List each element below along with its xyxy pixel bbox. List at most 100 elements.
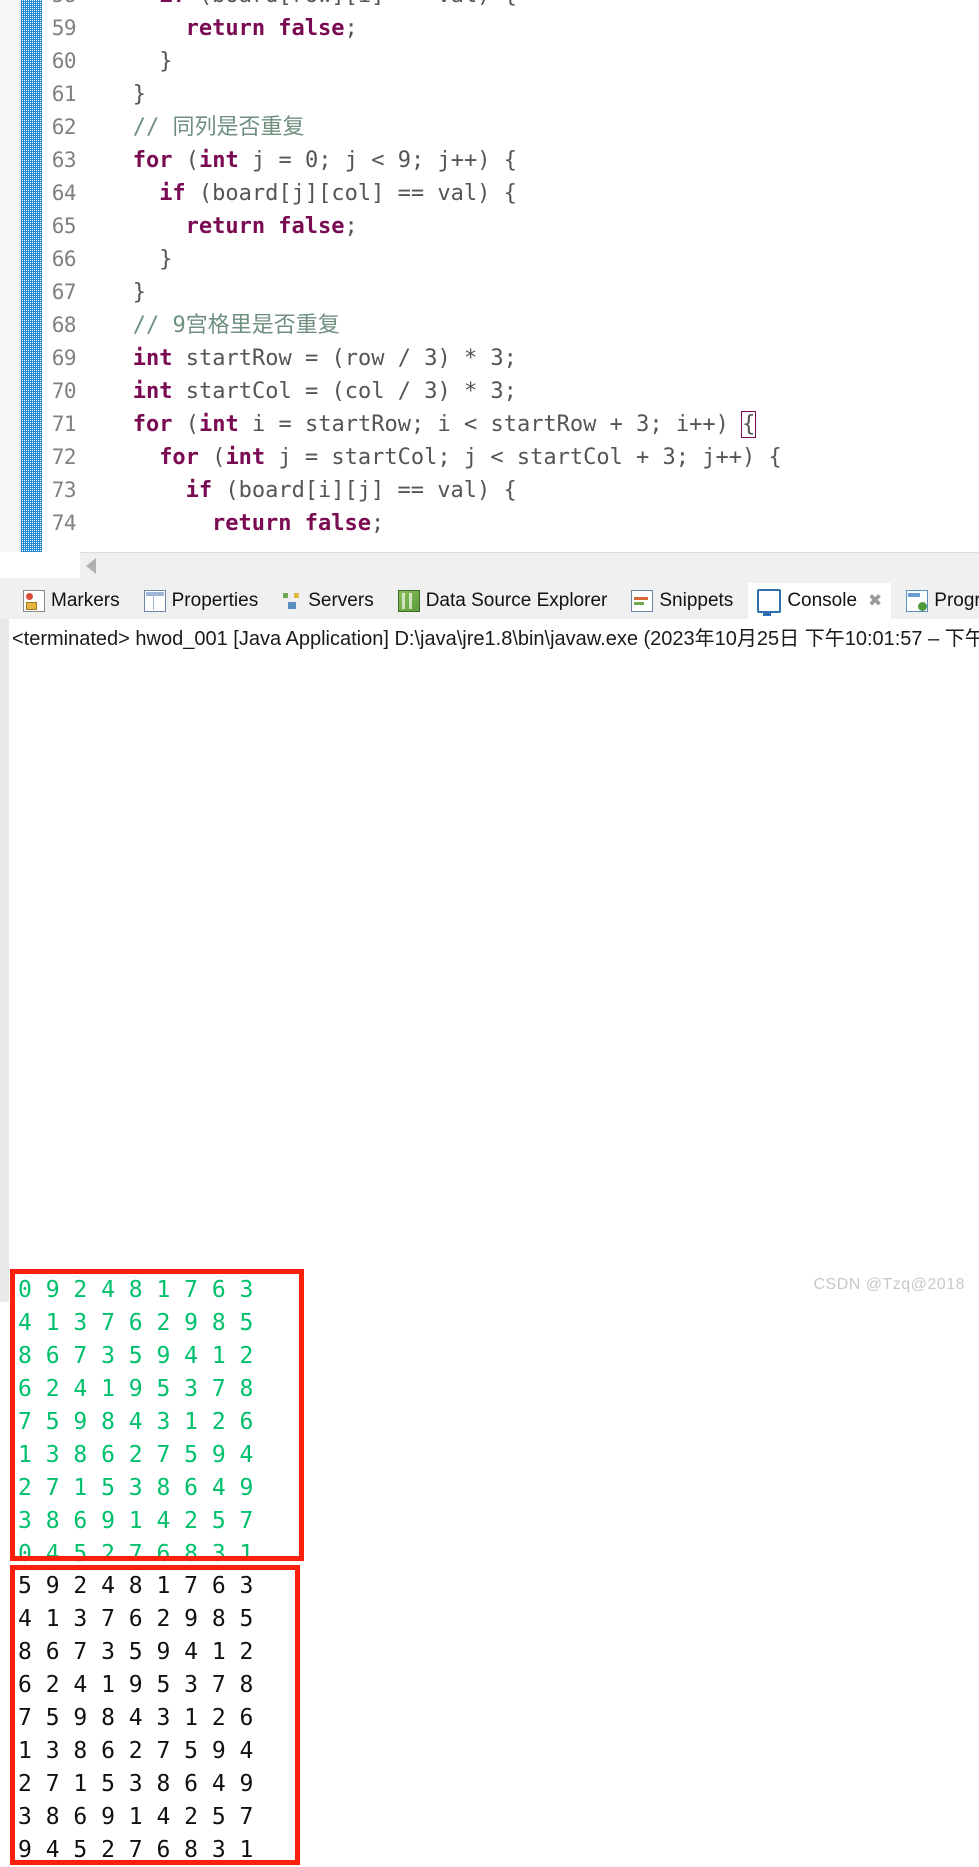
tab-properties[interactable]: Properties [135, 583, 268, 619]
code-token: if [159, 181, 186, 206]
tab-snippets[interactable]: Snippets [622, 583, 742, 619]
view-tab-bar[interactable]: Markers Properties Servers Data Source Expl… [0, 583, 979, 619]
line-number: 69 [51, 346, 77, 370]
line-number: 61 [51, 82, 77, 106]
scroll-left-arrow-icon[interactable] [86, 558, 96, 574]
tab-servers[interactable]: Servers [273, 583, 382, 619]
tab-console[interactable]: Console ✖ [748, 583, 892, 619]
code-token: { [741, 411, 757, 438]
tab-data-source-explorer[interactable]: Data Source Explorer [389, 583, 617, 619]
code-line[interactable]: } [80, 276, 146, 309]
code-line[interactable]: return false; [80, 12, 358, 45]
code-token: j = 0; j < 9; j++) { [238, 148, 517, 173]
line-number-gutter: 58 59 60 61 62 63 64 65 66 67 68 69 70 71 72 73 74 [42, 0, 80, 552]
line-number: 59 [51, 16, 77, 40]
editor-change-indicator-bar [21, 0, 42, 552]
line-number: 73 [51, 478, 77, 502]
code-token: for [132, 412, 173, 437]
code-token: (board[i][j] == val) { [212, 478, 517, 503]
code-token: if [185, 478, 213, 503]
code-line[interactable]: for (int j = startCol; j < startCol + 3;… [80, 441, 782, 474]
code-token: // 9宫格里是否重复 [132, 313, 340, 338]
tab-label: Data Source Explorer [425, 590, 608, 611]
close-icon[interactable]: ✖ [868, 591, 882, 611]
code-line[interactable]: if (board[i][j] == val) { [80, 474, 517, 507]
annotation-rect-black-output [10, 1565, 300, 1865]
code-token: } [159, 247, 173, 272]
code-line[interactable]: if (board[j][col] == val) { [80, 177, 517, 210]
code-token: } [132, 82, 147, 107]
code-line[interactable]: // 9宫格里是否重复 [80, 309, 340, 342]
code-line[interactable]: for (int j = 0; j < 9; j++) { [80, 144, 517, 177]
code-token: int [132, 346, 173, 371]
code-line[interactable]: int startRow = (row / 3) * 3; [80, 342, 517, 375]
line-number: 70 [51, 379, 77, 403]
code-line[interactable]: // 同列是否重复 [80, 111, 305, 144]
code-token: } [159, 49, 173, 74]
line-number: 72 [51, 445, 77, 469]
code-token: ( [198, 445, 226, 470]
tab-label: Snippets [659, 590, 734, 611]
code-token: (board[j][col] == val) { [185, 181, 517, 206]
code-line[interactable]: return false; [80, 210, 358, 243]
code-line[interactable]: } [80, 45, 172, 78]
servers-icon [282, 591, 302, 611]
code-token: i = startRow; i < startRow + 3; i++) [238, 412, 743, 437]
code-token: return false [212, 511, 371, 536]
code-token: startRow = (row / 3) * 3; [172, 346, 517, 371]
line-number: 58 [52, 0, 77, 12]
code-line[interactable]: } [80, 243, 172, 276]
snippets-icon [631, 590, 654, 612]
line-number: 60 [51, 49, 77, 73]
tab-label: Properties [171, 590, 259, 611]
watermark: CSDN @Tzq@2018 [813, 1276, 965, 1293]
line-number: 74 [51, 511, 77, 535]
code-token: startCol = (col / 3) * 3; [172, 379, 517, 404]
code-token: j = startCol; j < startCol + 3; j++) { [265, 445, 782, 470]
code-token: for [132, 148, 173, 173]
code-token: int [132, 379, 173, 404]
tab-label: Console [787, 590, 858, 611]
line-number: 63 [51, 148, 77, 172]
line-number: 71 [51, 412, 77, 436]
code-line[interactable]: } [80, 78, 146, 111]
code-line[interactable]: if (board[row][i] == val) { [80, 0, 517, 12]
tab-label: Markers [51, 590, 120, 611]
code-editor[interactable]: 58 59 60 61 62 63 64 65 66 67 68 69 70 71 72 73 74 if (b… [0, 0, 979, 552]
code-token: if [159, 0, 186, 8]
line-number: 64 [51, 181, 77, 205]
console-icon [757, 589, 782, 616]
code-token: return false [185, 16, 345, 41]
code-token: int [199, 148, 239, 173]
console-left-gutter [0, 619, 9, 1302]
code-token: // 同列是否重复 [132, 115, 305, 140]
code-token: int [225, 445, 266, 470]
tab-progress[interactable]: Progress [897, 583, 979, 619]
markers-icon [23, 590, 45, 612]
code-token: int [199, 412, 239, 437]
properties-icon [143, 590, 166, 612]
code-text-area[interactable]: if (board[row][i] == val) {return false;… [80, 0, 979, 552]
line-number: 67 [51, 280, 77, 304]
editor-marker-strip [0, 0, 21, 552]
annotation-rect-green-output [10, 1269, 304, 1561]
tab-label: Progress [934, 590, 979, 611]
line-number: 65 [51, 214, 77, 238]
progress-icon [906, 590, 929, 612]
code-line[interactable]: for (int i = startRow; i < startRow + 3;… [80, 408, 757, 441]
terminated-process-label: <terminated> hwod_001 [Java Application]… [12, 628, 979, 650]
code-token: ; [344, 16, 358, 41]
code-line[interactable]: return false; [80, 507, 384, 540]
editor-horizontal-scrollbar[interactable] [80, 552, 979, 579]
code-token: ; [344, 214, 358, 239]
code-line[interactable]: int startCol = (col / 3) * 3; [80, 375, 517, 408]
tab-markers[interactable]: Markers [14, 583, 129, 619]
code-token: } [132, 280, 147, 305]
code-token: ( [172, 412, 200, 437]
line-number: 66 [51, 247, 77, 271]
code-token: (board[row][i] == val) { [186, 0, 517, 8]
code-token: ; [370, 511, 385, 536]
data-source-explorer-icon [397, 590, 420, 612]
console-view[interactable]: <terminated> hwod_001 [Java Application]… [0, 619, 979, 1865]
code-token: for [159, 445, 199, 470]
